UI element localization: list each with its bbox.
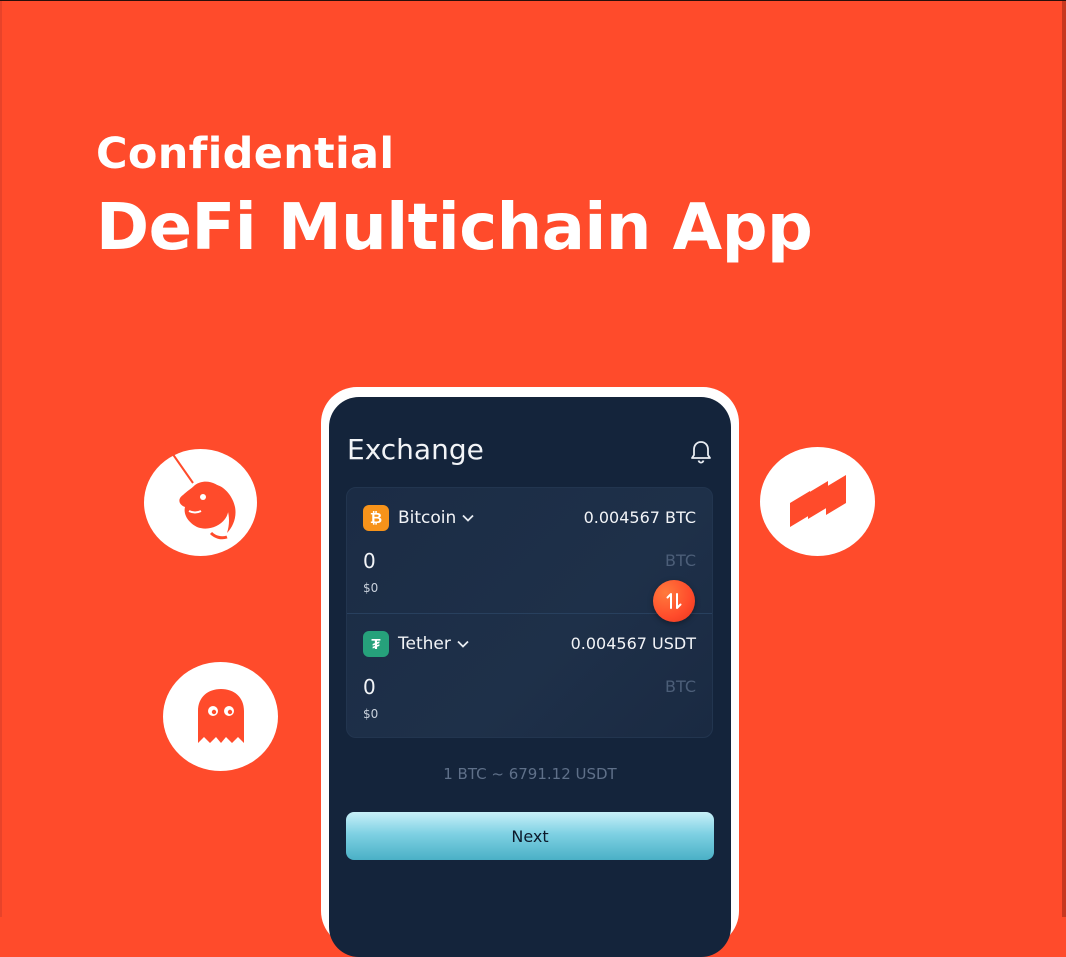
from-unit: BTC xyxy=(665,551,696,570)
from-amount-input[interactable]: 0 xyxy=(363,549,376,573)
hero-subtitle: Confidential xyxy=(96,129,395,179)
screen-title: Exchange xyxy=(347,433,484,466)
to-balance: 0.004567 USDT xyxy=(570,634,696,653)
uniswap-logo xyxy=(144,441,257,556)
uniswap-unicorn-icon xyxy=(163,441,236,539)
right-edge xyxy=(1062,1,1066,917)
compound-icon xyxy=(789,474,846,527)
from-fiat-value: $0 xyxy=(363,581,379,595)
tether-icon: ₮ xyxy=(363,631,389,657)
compound-logo xyxy=(760,447,875,556)
to-unit: BTC xyxy=(665,677,696,696)
to-fiat-value: $0 xyxy=(363,707,379,721)
left-edge xyxy=(0,1,2,917)
swap-button[interactable] xyxy=(653,580,695,622)
hero-title: DeFi Multichain App xyxy=(96,191,813,265)
chevron-down-icon xyxy=(462,514,474,522)
exchange-card: ₿ Bitcoin 0.004567 BTC 0 $0 BTC ₮ Tether… xyxy=(346,487,713,738)
exchange-rate: 1 BTC ~ 6791.12 USDT xyxy=(443,765,617,783)
ghost-icon xyxy=(197,688,244,743)
bell-icon[interactable] xyxy=(689,439,713,465)
next-button[interactable]: Next xyxy=(346,812,714,860)
from-balance: 0.004567 BTC xyxy=(583,508,696,527)
from-coin-name: Bitcoin xyxy=(398,508,457,528)
from-coin-selector[interactable]: ₿ Bitcoin xyxy=(363,505,474,531)
phone-frame: Exchange ₿ Bitcoin 0.004567 BTC 0 $0 BTC… xyxy=(321,387,739,957)
to-coin-name: Tether xyxy=(398,634,451,654)
to-coin-selector[interactable]: ₮ Tether xyxy=(363,631,469,657)
bitcoin-icon: ₿ xyxy=(363,505,389,531)
exchange-screen: Exchange ₿ Bitcoin 0.004567 BTC 0 $0 BTC… xyxy=(329,397,731,957)
to-amount-input[interactable]: 0 xyxy=(363,675,376,699)
ghost-logo xyxy=(163,662,278,771)
chevron-down-icon xyxy=(457,640,469,648)
swap-arrows-icon xyxy=(666,593,682,609)
